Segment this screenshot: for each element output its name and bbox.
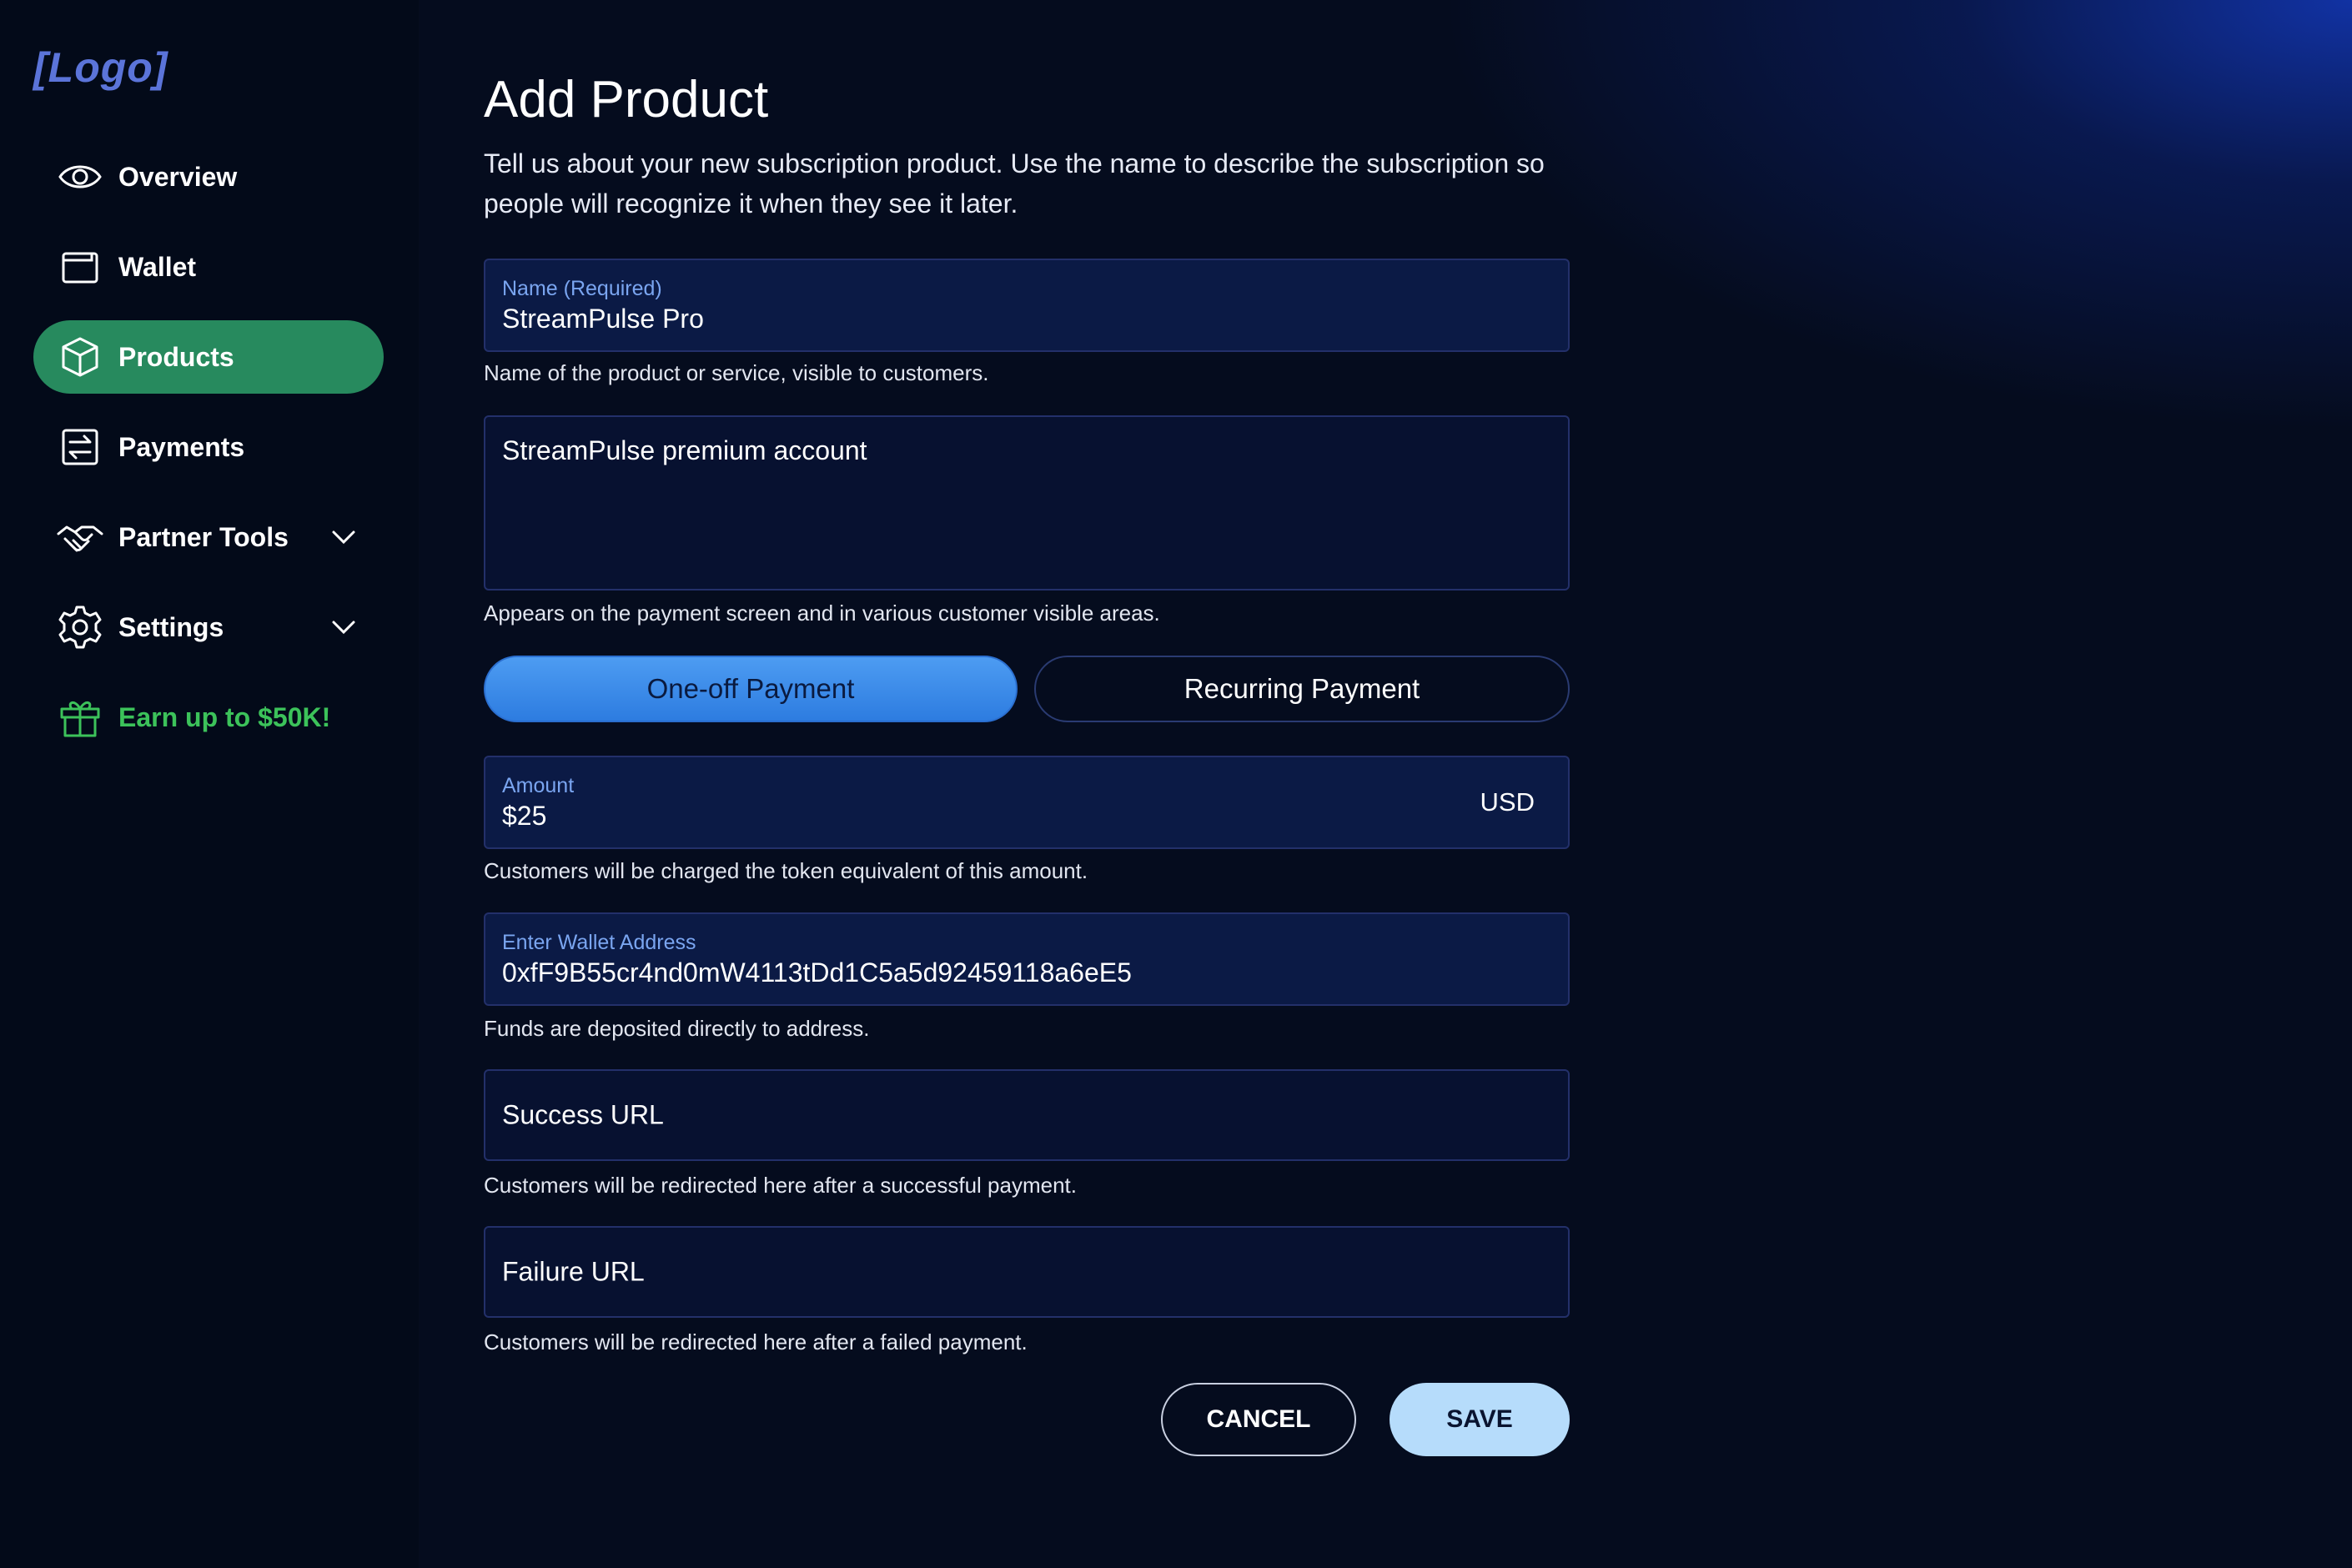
failure-url-field[interactable]: Failure URL bbox=[484, 1226, 1570, 1318]
background-glow bbox=[1435, 0, 2352, 434]
description-textarea[interactable]: StreamPulse premium account bbox=[484, 415, 1570, 591]
description-value[interactable]: StreamPulse premium account bbox=[502, 435, 867, 466]
wallet-address-field[interactable]: Enter Wallet Address 0xfF9B55cr4nd0mW411… bbox=[484, 912, 1570, 1006]
promo-label: Earn up to $50K! bbox=[118, 701, 331, 732]
gear-icon bbox=[57, 604, 103, 651]
sidebar-item-label: Products bbox=[118, 341, 234, 372]
description-helper: Appears on the payment screen and in var… bbox=[484, 601, 1160, 626]
page-title: Add Product bbox=[484, 71, 769, 128]
app-root: [Logo] Overview Wallet Products Payments… bbox=[0, 0, 2352, 1568]
success-url-field[interactable]: Success URL bbox=[484, 1069, 1570, 1161]
sidebar-item-settings[interactable]: Settings bbox=[33, 591, 384, 664]
name-field-helper: Name of the product or service, visible … bbox=[484, 360, 989, 385]
name-field-value[interactable]: StreamPulse Pro bbox=[502, 304, 704, 334]
recurring-payment-toggle[interactable]: Recurring Payment bbox=[1034, 656, 1570, 722]
box-icon bbox=[57, 334, 103, 380]
logo[interactable]: [Logo] bbox=[33, 43, 168, 92]
success-url-helper: Customers will be redirected here after … bbox=[484, 1173, 1077, 1198]
amount-field-label: Amount bbox=[502, 774, 575, 797]
sidebar-item-label: Partner Tools bbox=[118, 521, 289, 552]
amount-field-value[interactable]: $25 bbox=[502, 801, 546, 832]
page-description: Tell us about your new subscription prod… bbox=[484, 148, 1545, 219]
success-url-placeholder[interactable]: Success URL bbox=[502, 1100, 664, 1131]
transfer-icon bbox=[57, 424, 103, 470]
cancel-button[interactable]: CANCEL bbox=[1161, 1383, 1356, 1456]
name-field[interactable]: Name (Required) StreamPulse Pro bbox=[484, 259, 1570, 352]
save-button[interactable]: SAVE bbox=[1390, 1383, 1570, 1456]
sidebar-item-label: Settings bbox=[118, 611, 224, 642]
gift-icon bbox=[57, 694, 103, 741]
handshake-icon bbox=[57, 514, 103, 560]
sidebar-promo-link[interactable]: Earn up to $50K! bbox=[33, 681, 384, 754]
chevron-down-icon[interactable] bbox=[329, 612, 359, 642]
wallet-address-helper: Funds are deposited directly to address. bbox=[484, 1016, 870, 1041]
sidebar: [Logo] Overview Wallet Products Payments… bbox=[0, 0, 419, 1568]
currency-label: USD bbox=[1480, 787, 1535, 817]
name-field-label: Name (Required) bbox=[502, 277, 662, 300]
sidebar-item-partner-tools[interactable]: Partner Tools bbox=[33, 500, 384, 574]
sidebar-item-wallet[interactable]: Wallet bbox=[33, 230, 384, 304]
chevron-down-icon[interactable] bbox=[329, 522, 359, 552]
sidebar-item-label: Payments bbox=[118, 431, 245, 462]
sidebar-item-products[interactable]: Products bbox=[33, 320, 384, 394]
sidebar-item-label: Overview bbox=[118, 161, 238, 192]
sidebar-item-payments[interactable]: Payments bbox=[33, 410, 384, 484]
amount-field[interactable]: Amount $25 USD bbox=[484, 756, 1570, 849]
amount-helper: Customers will be charged the token equi… bbox=[484, 858, 1088, 883]
wallet-address-label: Enter Wallet Address bbox=[502, 931, 696, 954]
failure-url-placeholder[interactable]: Failure URL bbox=[502, 1257, 645, 1288]
wallet-icon bbox=[57, 244, 103, 290]
one-off-payment-toggle[interactable]: One-off Payment bbox=[484, 656, 1018, 722]
failure-url-helper: Customers will be redirected here after … bbox=[484, 1329, 1028, 1354]
wallet-address-value[interactable]: 0xfF9B55cr4nd0mW4113tDd1C5a5d92459118a6e… bbox=[502, 957, 1132, 988]
eye-icon bbox=[57, 153, 103, 200]
sidebar-item-label: Wallet bbox=[118, 251, 197, 282]
sidebar-item-overview[interactable]: Overview bbox=[33, 140, 384, 214]
